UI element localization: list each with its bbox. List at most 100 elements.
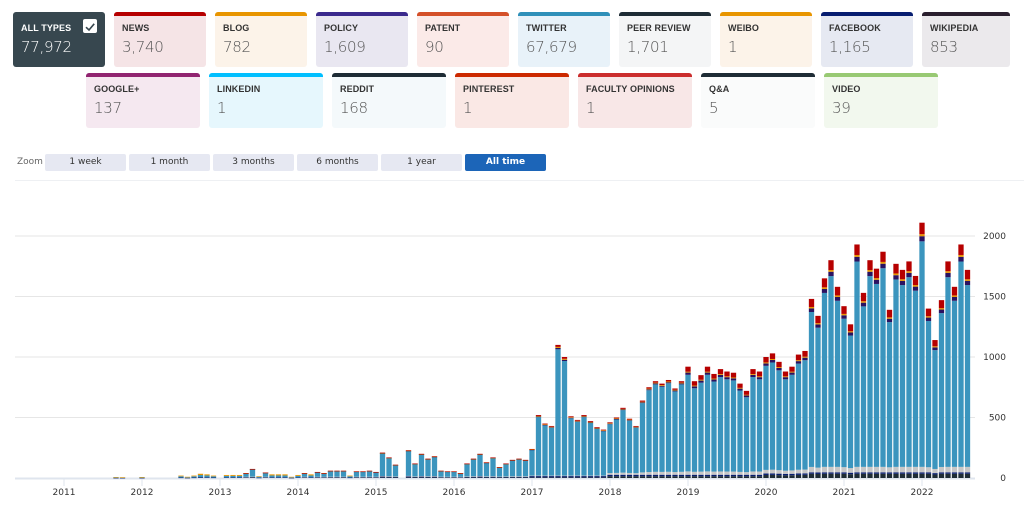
bar-stack-2021-03[interactable] — [854, 244, 860, 478]
bar-stack-2018-08[interactable] — [652, 381, 659, 478]
bar-stack-2019-10[interactable] — [743, 390, 750, 478]
bar-stack-2015-03[interactable] — [386, 457, 392, 478]
zoom-button-1-month[interactable]: 1 month — [129, 154, 210, 171]
bar-stack-2011-10[interactable] — [119, 477, 126, 479]
bar-stack-2014-12[interactable] — [366, 470, 373, 478]
checkbox-checked-icon[interactable] — [83, 19, 97, 33]
filter-tile-blog[interactable]: BLOG 782 — [215, 12, 307, 67]
bar-stack-2015-09[interactable] — [425, 458, 431, 478]
bar-stack-2019-09[interactable] — [737, 383, 743, 478]
filter-tile-wikipedia[interactable]: WIKIPEDIA 853 — [922, 12, 1010, 67]
bar-stack-2021-08[interactable] — [886, 309, 893, 478]
zoom-button-3-months[interactable]: 3 months — [213, 154, 294, 171]
filter-tile-facebook[interactable]: FACEBOOK 1,165 — [821, 12, 913, 67]
bar-stack-2020-12[interactable] — [834, 286, 841, 478]
bar-stack-2019-05[interactable] — [711, 373, 717, 478]
bar-stack-2012-07[interactable] — [178, 475, 184, 479]
bar-stack-2017-11[interactable] — [594, 427, 600, 478]
bar-stack-2016-08[interactable] — [496, 467, 503, 478]
bar-stack-2013-09[interactable] — [269, 474, 275, 478]
filter-tile-reddit[interactable]: REDDIT 168 — [332, 73, 446, 128]
bar-stack-2019-08[interactable] — [730, 372, 737, 478]
bar-stack-2020-02[interactable] — [769, 353, 776, 478]
bar-stack-2021-12[interactable] — [912, 275, 919, 478]
bar-stack-2020-06[interactable] — [795, 354, 802, 478]
bar-stack-2018-09[interactable] — [659, 383, 665, 478]
bar-stack-2018-06[interactable] — [639, 400, 646, 478]
bar-stack-2021-02[interactable] — [847, 324, 854, 478]
filter-tile-google[interactable]: GOOGLE+ 137 — [86, 73, 200, 128]
bar-stack-2022-02[interactable] — [925, 308, 932, 478]
bar-stack-2022-03[interactable] — [932, 340, 938, 478]
bar-stack-2015-06[interactable] — [405, 450, 412, 478]
zoom-button-6-months[interactable]: 6 months — [297, 154, 378, 171]
bar-stack-2018-10[interactable] — [665, 379, 672, 478]
bar-stack-2014-03[interactable] — [308, 474, 314, 478]
bar-stack-2017-10[interactable] — [587, 421, 594, 478]
bar-stack-2020-07[interactable] — [802, 350, 808, 478]
bar-stack-2013-03[interactable] — [230, 474, 236, 478]
bar-stack-2016-10[interactable] — [509, 459, 516, 478]
bar-stack-2021-05[interactable] — [867, 260, 873, 478]
bar-stack-2012-10[interactable] — [197, 473, 204, 478]
bar-stack-2013-10[interactable] — [275, 474, 282, 478]
bar-stack-2012-12[interactable] — [210, 475, 217, 479]
bar-stack-2012-11[interactable] — [204, 474, 210, 478]
bar-stack-2020-03[interactable] — [776, 361, 782, 478]
bar-stack-2013-08[interactable] — [262, 472, 269, 478]
bar-stack-2018-12[interactable] — [678, 381, 685, 478]
bar-stack-2013-04[interactable] — [236, 474, 243, 478]
bar-stack-2020-11[interactable] — [828, 260, 834, 478]
bar-stack-2020-08[interactable] — [808, 298, 815, 478]
bar-stack-2015-12[interactable] — [444, 471, 451, 478]
filter-tile-policy[interactable]: POLICY 1,609 — [316, 12, 408, 67]
bar-stack-2020-10[interactable] — [821, 278, 828, 478]
bar-stack-2013-12[interactable] — [288, 476, 295, 479]
bar-stack-2019-01[interactable] — [685, 366, 691, 478]
bar-stack-2016-09[interactable] — [503, 463, 509, 478]
bar-stack-2016-02[interactable] — [457, 473, 464, 478]
bar-stack-2013-07[interactable] — [256, 476, 262, 479]
bar-stack-2017-06[interactable] — [561, 357, 568, 478]
bar-stack-2015-01[interactable] — [373, 471, 379, 478]
bar-stack-2017-08[interactable] — [574, 419, 581, 478]
bar-stack-2022-04[interactable] — [938, 300, 945, 478]
bar-stack-2016-04[interactable] — [470, 458, 477, 478]
bar-stack-2016-03[interactable] — [464, 463, 470, 478]
filter-tile-video[interactable]: VIDEO 39 — [824, 73, 938, 128]
bar-stack-2015-08[interactable] — [418, 453, 425, 478]
filter-tile-patent[interactable]: PATENT 90 — [417, 12, 509, 67]
bar-stack-2018-05[interactable] — [633, 425, 639, 478]
filter-tile-peer-review[interactable]: PEER REVIEW 1,701 — [619, 12, 711, 67]
bar-stack-2022-01[interactable] — [919, 222, 925, 478]
bar-stack-2018-11[interactable] — [672, 388, 678, 478]
bar-stack-2019-03[interactable] — [698, 375, 704, 478]
bar-stack-2013-05[interactable] — [243, 473, 249, 478]
bar-stack-2022-07[interactable] — [958, 244, 964, 478]
bar-stack-2014-02[interactable] — [301, 473, 308, 478]
bar-stack-2021-10[interactable] — [899, 269, 906, 478]
bar-stack-2018-01[interactable] — [607, 422, 613, 478]
bar-stack-2017-09[interactable] — [581, 415, 587, 478]
bar-stack-2014-05[interactable] — [321, 473, 327, 478]
bar-stack-2022-06[interactable] — [951, 286, 958, 478]
bar-stack-2016-05[interactable] — [477, 453, 483, 478]
bar-stack-2017-03[interactable] — [542, 423, 548, 478]
bar-stack-2013-11[interactable] — [282, 474, 288, 478]
bar-stack-2017-07[interactable] — [568, 416, 574, 478]
bar-stack-2016-07[interactable] — [490, 457, 496, 478]
bar-stack-2020-05[interactable] — [789, 366, 795, 478]
bar-stack-2019-06[interactable] — [717, 369, 724, 478]
bar-stack-2018-02[interactable] — [613, 417, 620, 479]
bar-stack-2020-09[interactable] — [815, 315, 821, 478]
bar-stack-2012-09[interactable] — [191, 475, 197, 479]
bar-stack-2018-07[interactable] — [646, 387, 652, 478]
bar-stack-2013-02[interactable] — [223, 474, 230, 478]
bar-stack-2022-08[interactable] — [964, 269, 971, 478]
bar-stack-2012-01[interactable] — [139, 477, 145, 479]
bar-stack-2021-04[interactable] — [860, 292, 867, 478]
bar-stack-2015-04[interactable] — [392, 464, 399, 478]
bar-stack-2018-03[interactable] — [620, 407, 626, 478]
filter-tile-q-a[interactable]: Q&A 5 — [701, 73, 815, 128]
bar-stack-2020-04[interactable] — [782, 371, 789, 478]
